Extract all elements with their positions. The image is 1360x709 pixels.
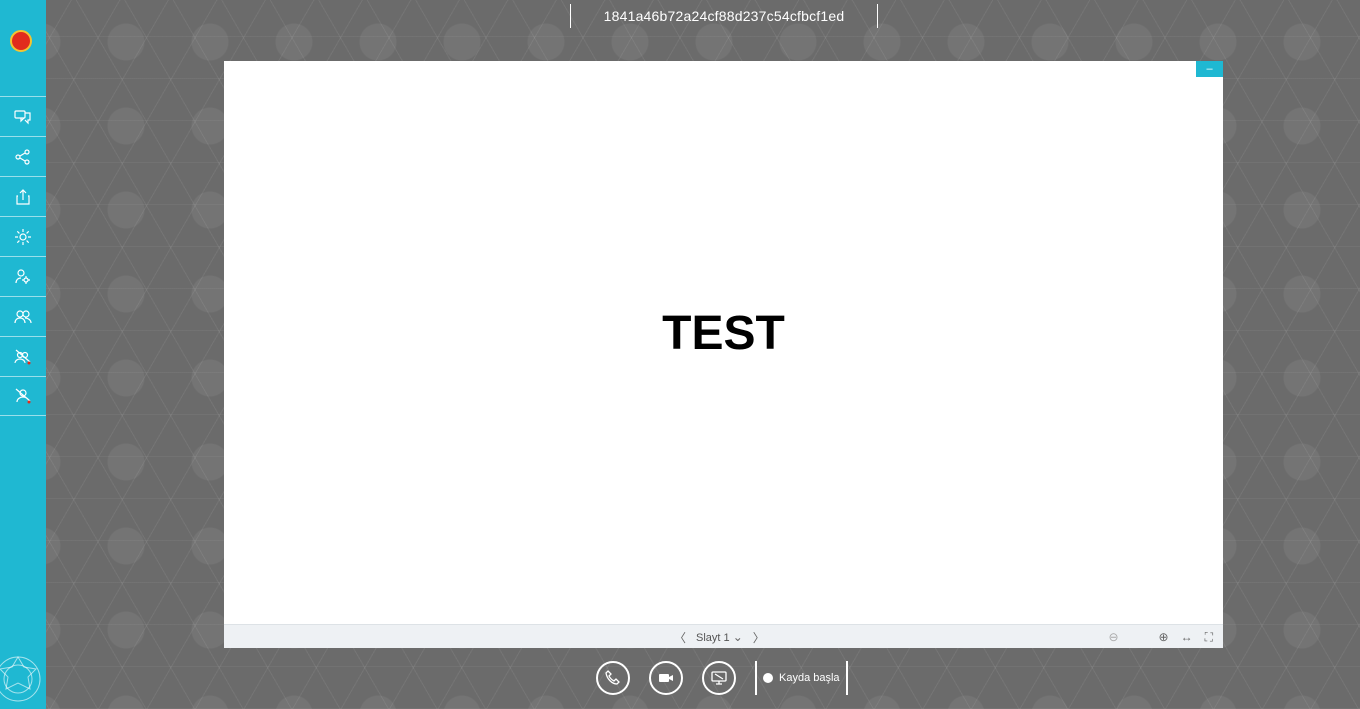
sidebar-item-chat[interactable] bbox=[0, 96, 46, 136]
phone-icon bbox=[605, 670, 620, 685]
record-button[interactable]: Kayda başla bbox=[755, 661, 848, 695]
screen-share-icon bbox=[711, 671, 727, 685]
users-icon bbox=[14, 309, 32, 323]
sidebar-menu bbox=[0, 96, 46, 416]
sidebar-item-share[interactable] bbox=[0, 136, 46, 176]
screen-share-button[interactable] bbox=[702, 661, 736, 695]
fullscreen-icon[interactable]: ⛶ bbox=[1205, 630, 1213, 645]
muted-user-icon bbox=[15, 388, 31, 404]
chat-icon bbox=[14, 109, 31, 124]
settings-icon bbox=[15, 228, 31, 245]
upload-icon bbox=[16, 188, 30, 205]
app-logo bbox=[10, 30, 32, 52]
share-icon bbox=[15, 148, 30, 165]
chevron-down-icon: ⌄ bbox=[732, 630, 743, 644]
muted-users-icon bbox=[14, 349, 31, 364]
sidebar-item-muted-user[interactable] bbox=[0, 376, 46, 416]
video-button[interactable] bbox=[649, 661, 683, 695]
sidebar-item-user-settings[interactable] bbox=[0, 256, 46, 296]
sidebar-item-upload[interactable] bbox=[0, 176, 46, 216]
sidebar-item-users[interactable] bbox=[0, 296, 46, 336]
zoom-out-icon[interactable]: ⊖ bbox=[1108, 630, 1118, 644]
sidebar-item-muted-users[interactable] bbox=[0, 336, 46, 376]
decorative-rosette-icon bbox=[0, 656, 41, 702]
audio-call-button[interactable] bbox=[596, 661, 630, 695]
slide-navigation: 〈 Slayt 1 ⌄ 〉 bbox=[674, 625, 765, 649]
next-slide-icon[interactable]: 〉 bbox=[753, 629, 765, 646]
zoom-in-icon[interactable]: ⊕ bbox=[1159, 630, 1169, 644]
minimize-button[interactable]: – bbox=[1196, 61, 1223, 77]
zoom-controls: ⊖ ⊕ ↔ ⛶ bbox=[1108, 625, 1213, 649]
record-dot-icon bbox=[763, 673, 773, 683]
slide-toolbar: 〈 Slayt 1 ⌄ 〉 ⊖ ⊕ ↔ ⛶ bbox=[224, 624, 1223, 648]
video-camera-icon bbox=[659, 674, 673, 682]
session-id-title: 1841a46b72a24cf88d237c54cfbcf1ed bbox=[570, 4, 878, 28]
media-controls: Kayda başla bbox=[596, 656, 848, 700]
sidebar-item-settings[interactable] bbox=[0, 216, 46, 256]
prev-slide-icon[interactable]: 〈 bbox=[674, 629, 686, 646]
record-label: Kayda başla bbox=[779, 672, 840, 684]
slide-label: Slayt 1 bbox=[696, 632, 730, 644]
slide-selector[interactable]: Slayt 1 ⌄ bbox=[696, 630, 743, 644]
user-settings-icon bbox=[15, 268, 30, 284]
presentation-panel: – TEST 〈 Slayt 1 ⌄ 〉 ⊖ ⊕ ↔ ⛶ bbox=[224, 61, 1223, 648]
sidebar bbox=[0, 0, 46, 709]
slide-content-text: TEST bbox=[662, 307, 785, 360]
fit-width-icon[interactable]: ↔ bbox=[1181, 630, 1193, 644]
